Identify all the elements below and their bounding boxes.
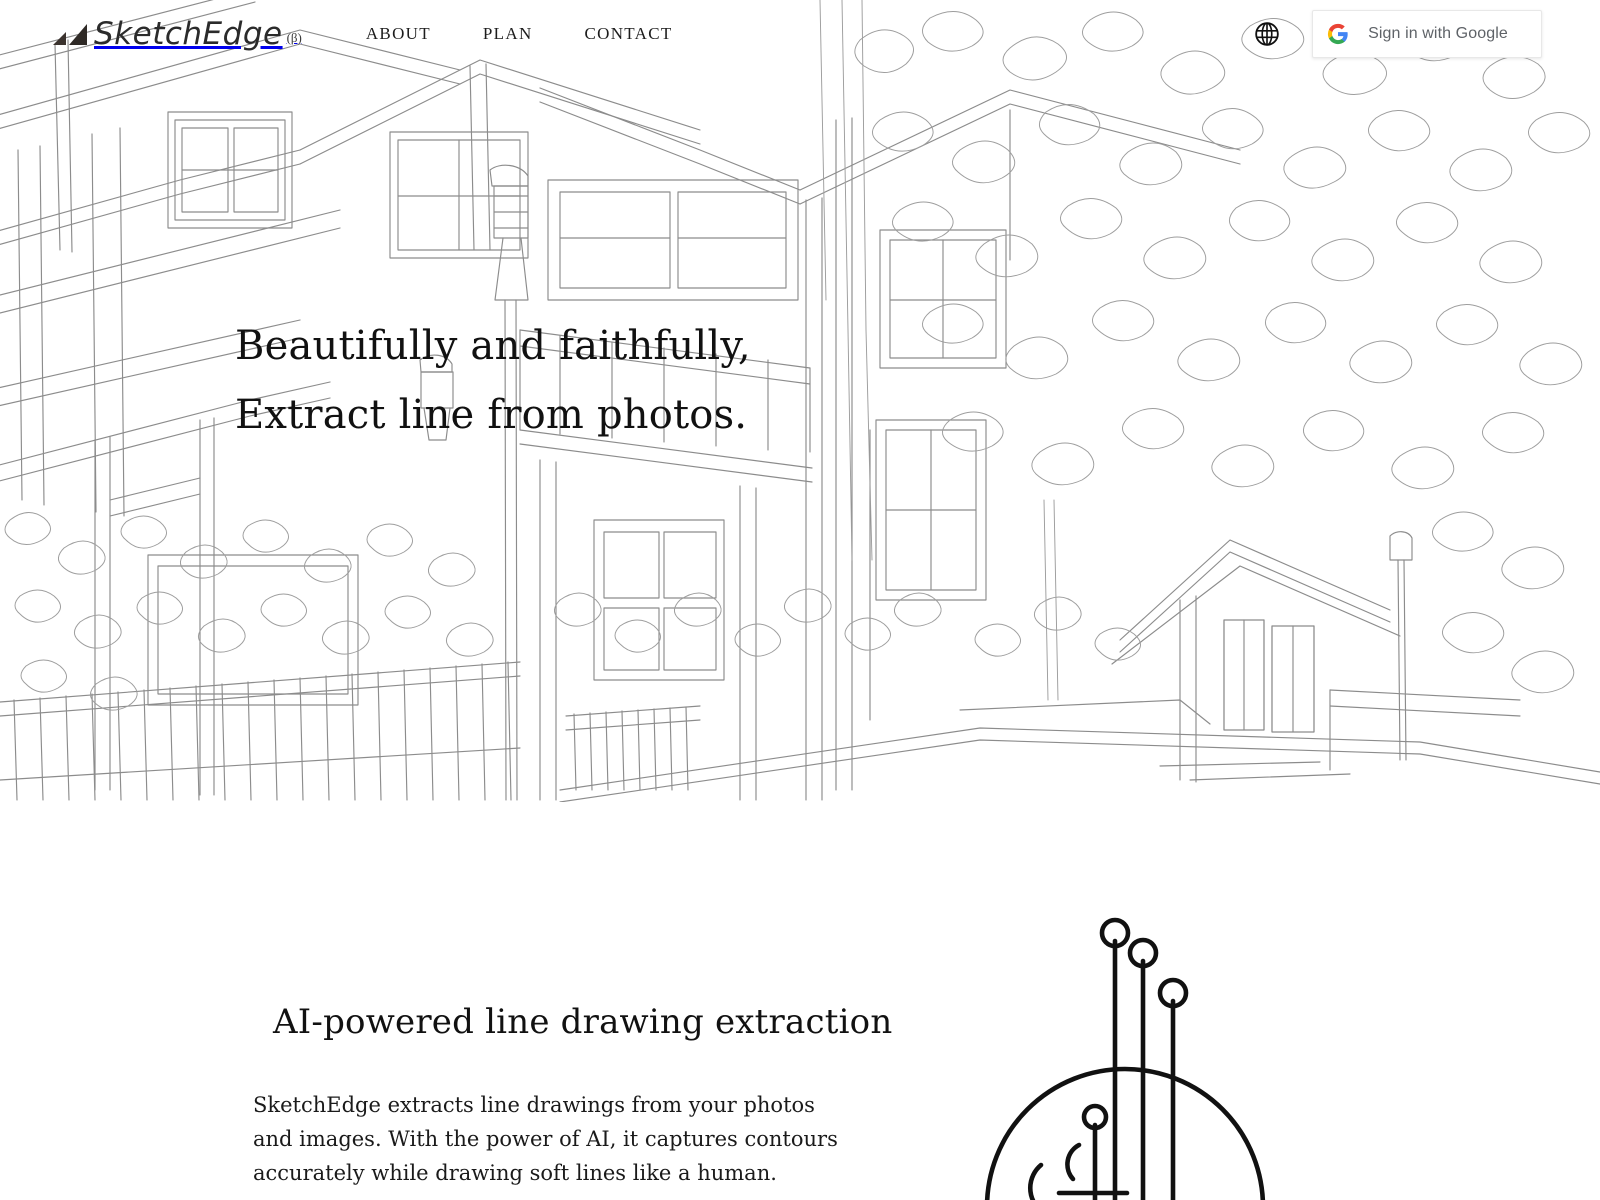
globe-icon[interactable]	[1252, 19, 1282, 49]
nav-link-contact[interactable]: CONTACT	[559, 24, 699, 44]
ai-brain-illustration	[955, 917, 1295, 1200]
mountain-bars-logo-icon	[52, 23, 90, 47]
main-nav: ABOUT PLAN CONTACT	[340, 24, 699, 44]
feature-text-block: AI-powered line drawing extraction Sketc…	[253, 1002, 893, 1190]
brand-name: SketchEdge	[94, 15, 283, 52]
nav-link-about[interactable]: ABOUT	[340, 24, 457, 44]
hero-headline-line-2: Extract line from photos.	[235, 391, 748, 438]
brand-logo[interactable]: SketchEdge (β)	[52, 15, 302, 52]
google-g-icon	[1327, 23, 1349, 45]
sign-in-label: Sign in with Google	[1368, 25, 1508, 42]
nav-link-plan[interactable]: PLAN	[457, 24, 559, 44]
brand-beta-tag: (β)	[286, 29, 302, 45]
site-header: SketchEdge (β) ABOUT PLAN CONTACT Sign i…	[0, 0, 1600, 68]
sign-in-with-google-button[interactable]: Sign in with Google	[1312, 10, 1542, 58]
hero-section: SketchEdge (β) ABOUT PLAN CONTACT Sign i…	[0, 0, 1600, 802]
hero-headline: Beautifully and faithfully, Extract line…	[235, 312, 751, 450]
hero-headline-line-1: Beautifully and faithfully,	[235, 323, 751, 369]
landing-page: SketchEdge (β) ABOUT PLAN CONTACT Sign i…	[0, 0, 1600, 1200]
feature-section: AI-powered line drawing extraction Sketc…	[0, 802, 1600, 1200]
header-actions: Sign in with Google	[1252, 0, 1600, 68]
feature-heading: AI-powered line drawing extraction	[273, 1002, 893, 1042]
feature-body: SketchEdge extracts line drawings from y…	[253, 1093, 838, 1186]
